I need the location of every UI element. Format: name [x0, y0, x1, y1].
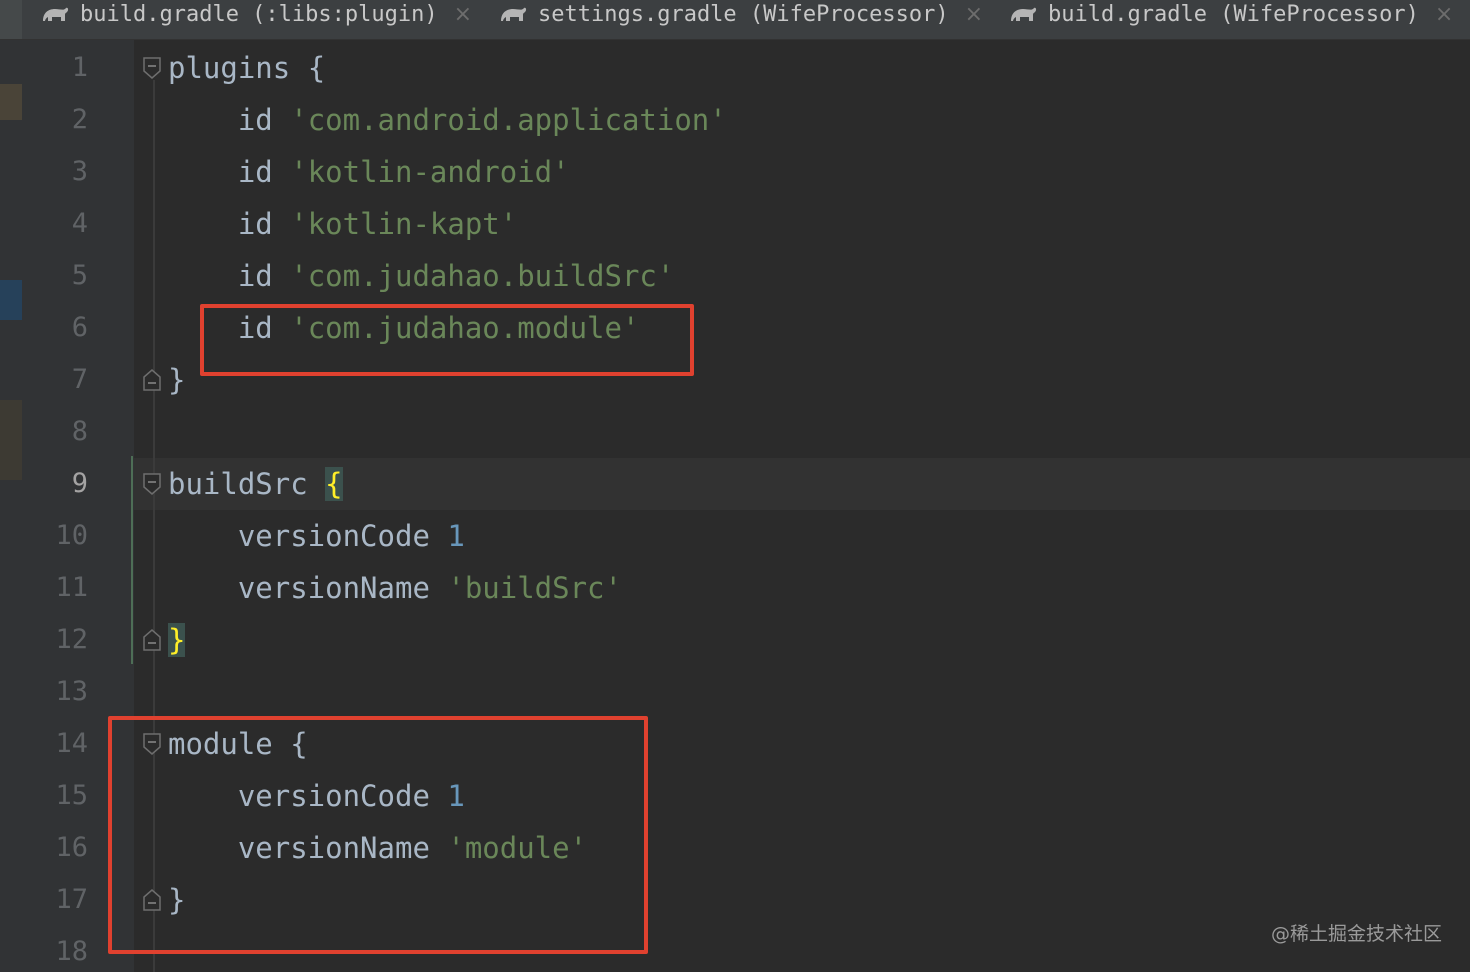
annotation-box-module-block — [108, 716, 648, 954]
matched-open-brace: { — [325, 467, 343, 501]
gradle-elephant-icon — [501, 7, 527, 21]
editor-tab-bar: build.gradle (:libs:plugin) × settings.g… — [0, 0, 1470, 40]
fold-close-icon[interactable] — [143, 369, 161, 391]
strip-marker — [0, 280, 22, 320]
tab-build-gradle-project[interactable]: build.gradle (WifeProcessor) × — [1008, 0, 1453, 28]
tab-build-gradle-libs-plugin[interactable]: build.gradle (:libs:plugin) × — [40, 0, 472, 28]
line-number: 1 — [71, 52, 88, 83]
line-number: 2 — [71, 104, 88, 135]
string-literal: 'com.judahao.buildSrc' — [290, 259, 675, 293]
strip-marker — [0, 400, 22, 480]
number-literal: 1 — [447, 519, 465, 553]
close-icon[interactable]: × — [965, 2, 983, 27]
line-number: 6 — [71, 312, 88, 343]
line-number: 5 — [71, 260, 88, 291]
code-line-4[interactable]: id 'kotlin-kapt' — [168, 198, 517, 250]
code-line-11[interactable]: versionName 'buildSrc' — [168, 562, 622, 614]
open-brace: { — [307, 51, 326, 85]
code-line-3[interactable]: id 'kotlin-android' — [168, 146, 570, 198]
line-number: 3 — [71, 156, 88, 187]
line-number: 4 — [71, 208, 88, 239]
gradle-elephant-icon — [1011, 7, 1037, 21]
string-literal: 'com.android.application' — [290, 103, 727, 137]
tab-settings-gradle[interactable]: settings.gradle (WifeProcessor) × — [498, 0, 983, 28]
close-icon[interactable]: × — [1435, 2, 1453, 27]
code-line-9[interactable]: buildSrc { — [168, 458, 343, 510]
line-number: 12 — [55, 624, 88, 655]
keyword: id — [237, 259, 273, 293]
line-number-current: 9 — [71, 468, 88, 499]
left-tool-strip — [0, 40, 22, 972]
fold-open-icon[interactable] — [143, 57, 161, 79]
line-number: 10 — [55, 520, 88, 551]
keyword: id — [237, 155, 273, 189]
code-line-10[interactable]: versionCode 1 — [168, 510, 465, 562]
line-number: 17 — [55, 884, 88, 915]
property-name: versionName — [237, 571, 430, 605]
line-number: 11 — [55, 572, 88, 603]
string-literal: 'kotlin-android' — [290, 155, 570, 189]
tab-label: build.gradle (WifeProcessor) — [1048, 1, 1419, 27]
line-number: 14 — [55, 728, 88, 759]
keyword: id — [237, 103, 273, 137]
string-literal: 'kotlin-kapt' — [290, 207, 518, 241]
close-brace: } — [168, 363, 186, 397]
line-number: 18 — [55, 936, 88, 967]
line-number: 15 — [55, 780, 88, 811]
fold-close-icon[interactable] — [143, 629, 161, 651]
close-icon[interactable]: × — [454, 2, 472, 27]
tab-label: build.gradle (:libs:plugin) — [80, 1, 438, 27]
line-number: 8 — [71, 416, 88, 447]
block-name: plugins — [168, 51, 291, 85]
strip-marker — [0, 84, 22, 120]
tab-bar-corner — [0, 0, 22, 39]
code-line-7[interactable]: } — [168, 354, 185, 406]
line-number: 7 — [71, 364, 88, 395]
code-line-5[interactable]: id 'com.judahao.buildSrc' — [168, 250, 675, 302]
code-line-2[interactable]: id 'com.android.application' — [168, 94, 727, 146]
annotation-box-plugin-id — [200, 304, 694, 376]
keyword: id — [237, 207, 273, 241]
string-literal: 'buildSrc' — [447, 571, 622, 605]
scope-guide — [131, 456, 133, 664]
code-line-1[interactable]: plugins { — [168, 42, 325, 94]
matched-close-brace: } — [168, 623, 186, 657]
line-number: 16 — [55, 832, 88, 863]
gradle-elephant-icon — [43, 7, 69, 21]
tab-label: settings.gradle (WifeProcessor) — [538, 1, 949, 27]
fold-open-icon[interactable] — [143, 473, 161, 495]
watermark: @稀土掘金技术社区 — [1270, 923, 1442, 945]
property-name: versionCode — [237, 519, 430, 553]
code-line-12[interactable]: } — [168, 614, 186, 666]
block-name: buildSrc — [168, 467, 308, 501]
line-number: 13 — [55, 676, 88, 707]
